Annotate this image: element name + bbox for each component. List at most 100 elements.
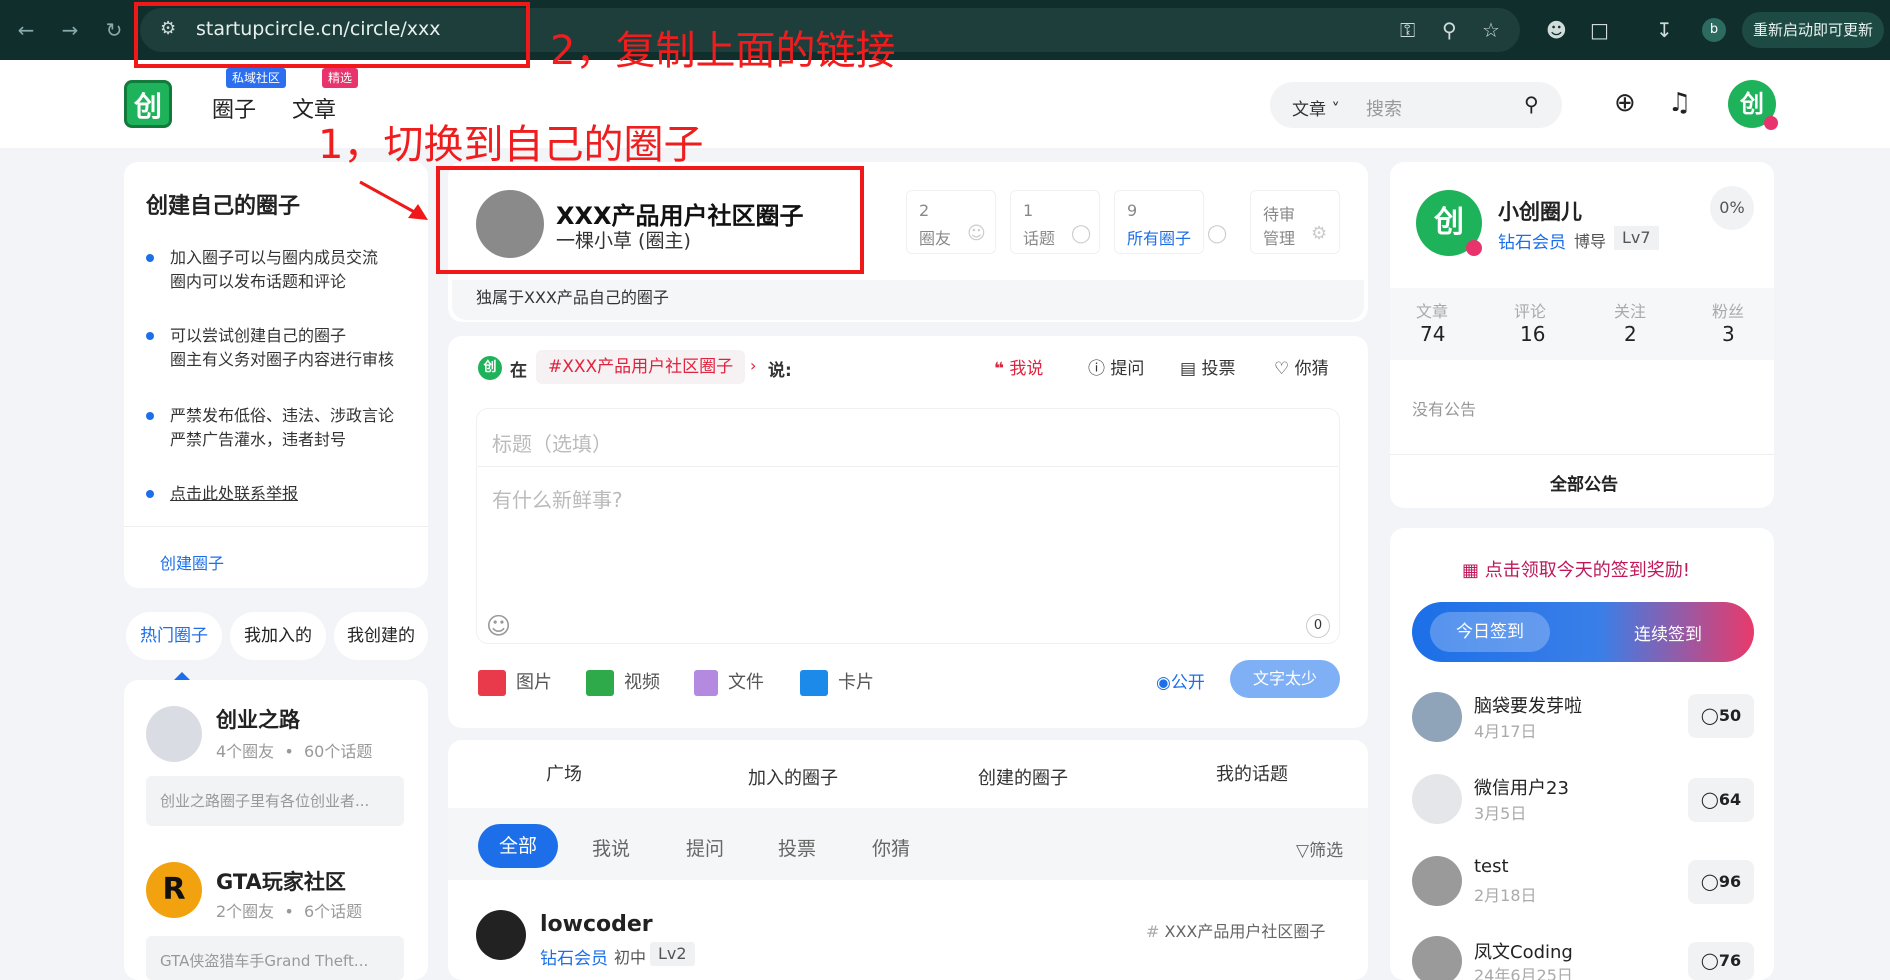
- circle-description: 独属于XXX产品自己的圈子: [452, 280, 1364, 320]
- all-notices-link[interactable]: 全部公告: [1550, 470, 1618, 495]
- back-icon[interactable]: ←: [12, 16, 40, 44]
- rank-date: 4月17日: [1474, 722, 1537, 741]
- extensions-puzzle-icon[interactable]: □: [1590, 18, 1609, 42]
- circle-avatar[interactable]: [146, 706, 202, 762]
- rank-name[interactable]: 凤文Coding: [1474, 938, 1573, 964]
- tab-joined-circles[interactable]: 我加入的: [230, 612, 326, 660]
- attach-image-button[interactable]: 图片: [478, 668, 552, 696]
- site-logo[interactable]: 创: [124, 80, 172, 128]
- rank-avatar[interactable]: [1412, 692, 1462, 742]
- rank-name[interactable]: test: [1474, 856, 1509, 877]
- gear-icon: ⚙: [1311, 223, 1328, 244]
- image-icon: [478, 670, 506, 696]
- reload-icon[interactable]: ↻: [100, 16, 128, 44]
- forward-icon[interactable]: →: [56, 16, 84, 44]
- sub-tab-guess[interactable]: 你猜: [872, 834, 910, 861]
- attach-card-button[interactable]: 卡片: [800, 668, 874, 696]
- feed-tab-created[interactable]: 创建的圈子: [978, 764, 1068, 790]
- attach-video-button[interactable]: 视频: [586, 668, 660, 696]
- nav-circles[interactable]: 圈子: [212, 92, 256, 124]
- composer-circle-select[interactable]: #XXX产品用户社区圈子: [536, 350, 746, 384]
- annotation-box-circle: [436, 166, 864, 274]
- search-input[interactable]: 搜索: [1366, 95, 1402, 121]
- add-circle-icon[interactable]: ⊕: [1614, 88, 1636, 118]
- bookmark-star-icon[interactable]: ☆: [1482, 18, 1500, 42]
- feed-tab-joined[interactable]: 加入的圈子: [748, 764, 838, 790]
- search-category-select[interactable]: 文章 ˅: [1292, 95, 1340, 120]
- gift-icon: ▦: [1462, 560, 1480, 581]
- browser-profile-avatar[interactable]: b: [1702, 18, 1726, 42]
- restart-update-button[interactable]: 重新启动即可更新: [1742, 12, 1884, 48]
- bell-icon[interactable]: ♫: [1668, 88, 1691, 118]
- post-author-name[interactable]: lowcoder: [540, 912, 653, 937]
- circle-name[interactable]: 创业之路: [216, 704, 300, 734]
- sub-tab-question[interactable]: 提问: [686, 834, 724, 861]
- circle-name[interactable]: GTA玩家社区: [216, 866, 346, 896]
- circle-desc[interactable]: 创业之路圈子里有各位创业者...: [146, 776, 404, 826]
- profile-name[interactable]: 小创圈儿: [1498, 196, 1582, 226]
- emoji-icon[interactable]: ☺: [486, 612, 511, 640]
- rank-name[interactable]: 微信用户23: [1474, 774, 1569, 800]
- video-icon: [586, 670, 614, 696]
- feed-tab-my-topics[interactable]: 我的话题: [1216, 760, 1288, 786]
- filter-button[interactable]: ▽筛选: [1296, 836, 1343, 861]
- stat-manage[interactable]: 待审 管理 ⚙: [1250, 190, 1340, 254]
- tab-hot-circles[interactable]: 热门圈子: [126, 612, 222, 660]
- gta-circle-avatar[interactable]: R: [146, 862, 202, 918]
- bullet-icon: [146, 490, 154, 498]
- stat-following[interactable]: 2: [1624, 322, 1637, 346]
- bar-chart-icon: ▤: [1180, 359, 1197, 379]
- sub-tab-vote[interactable]: 投票: [778, 834, 816, 861]
- profile-progress: 0%: [1710, 186, 1754, 230]
- visibility-select[interactable]: ◉公开: [1156, 668, 1205, 693]
- post-type-guess[interactable]: ♡ 你猜: [1274, 354, 1329, 379]
- post-body-input[interactable]: 有什么新鲜事?: [492, 484, 623, 513]
- post-type-question[interactable]: ⓘ 提问: [1088, 354, 1144, 379]
- sub-tab-all[interactable]: 全部: [478, 824, 558, 868]
- post-author-avatar[interactable]: [476, 910, 526, 960]
- rank-avatar[interactable]: [1412, 856, 1462, 906]
- bullet-icon: [146, 412, 154, 420]
- post-type-vote[interactable]: ▤ 投票: [1180, 354, 1235, 379]
- report-link[interactable]: 点击此处联系举报: [146, 482, 416, 506]
- zoom-icon[interactable]: ⚲: [1442, 18, 1457, 42]
- stat-followers[interactable]: 3: [1722, 322, 1735, 346]
- rank-avatar[interactable]: [1412, 774, 1462, 824]
- rank-date: 24年6月25日: [1474, 966, 1573, 980]
- members-icon: ☺: [967, 223, 986, 244]
- card-icon: [800, 670, 828, 696]
- rank-points: ◯50: [1688, 694, 1754, 738]
- stat-comments[interactable]: 16: [1520, 322, 1545, 346]
- profile-vip: 钻石会员: [1498, 233, 1566, 253]
- rank-name[interactable]: 脑袋要发芽啦: [1474, 692, 1582, 718]
- profile-role: 博导: [1574, 232, 1607, 251]
- stat-articles[interactable]: 74: [1420, 322, 1445, 346]
- password-key-icon[interactable]: ⚿: [1400, 18, 1415, 42]
- tab-created-circles[interactable]: 我创建的: [334, 612, 428, 660]
- download-icon[interactable]: ↧: [1656, 18, 1673, 42]
- stat-all-circles[interactable]: 9 所有圈子 ◯: [1114, 190, 1227, 254]
- feed-tab-square[interactable]: 广场: [546, 760, 582, 786]
- search-icon[interactable]: ⚲: [1524, 92, 1539, 116]
- post-title-input[interactable]: 标题（选填）: [492, 428, 612, 457]
- post-type-say[interactable]: ❝ 我说: [994, 354, 1043, 379]
- rank-avatar[interactable]: [1412, 936, 1462, 980]
- post-circle-tag[interactable]: # XXX产品用户社区圈子: [1146, 918, 1325, 942]
- circle-desc[interactable]: GTA侠盗猎车手Grand Theft...: [146, 936, 404, 980]
- stat-topics[interactable]: 1 话题 ◯: [1010, 190, 1100, 254]
- sub-tab-say[interactable]: 我说: [592, 834, 630, 861]
- coin-icon: ◯: [1700, 706, 1719, 725]
- hash-icon: #: [1146, 922, 1160, 941]
- stat-label: 评论: [1514, 302, 1547, 321]
- profile-level: Lv7: [1614, 226, 1659, 250]
- checkin-today-button[interactable]: 今日签到: [1430, 612, 1550, 652]
- extension-avatar-icon[interactable]: ☻: [1546, 18, 1567, 42]
- stat-members[interactable]: 2 圈友 ☺: [906, 190, 996, 254]
- checkin-tip[interactable]: ▦ 点击领取今天的签到奖励!: [1462, 556, 1690, 582]
- create-circle-link[interactable]: 创建圈子: [160, 550, 224, 574]
- submit-post-button[interactable]: 文字太少: [1230, 660, 1340, 698]
- attach-file-button[interactable]: 文件: [694, 668, 764, 696]
- rule-item: 加入圈子可以与圈内成员交流 圈内可以发布话题和评论: [146, 246, 416, 294]
- checkin-continuous-button[interactable]: 连续签到: [1634, 620, 1702, 645]
- rank-date: 3月5日: [1474, 804, 1527, 823]
